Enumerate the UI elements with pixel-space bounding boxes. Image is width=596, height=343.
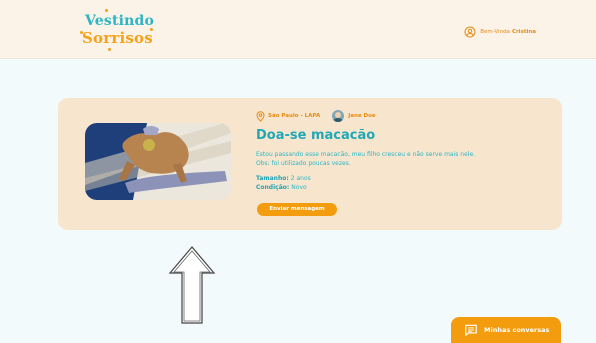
size-value: 2 anos (290, 175, 311, 182)
condition-label: Condição: (256, 184, 290, 191)
avatar (332, 110, 345, 122)
greeting-text: Bem-Vinda (480, 29, 510, 35)
listing-description: Estou passando esse macacão, meu filho c… (256, 151, 476, 167)
donor-name: Jane Doe (348, 113, 376, 119)
up-arrow-icon (168, 246, 216, 324)
location-text: São Paulo - LAPA (268, 113, 321, 119)
donation-photo (85, 123, 231, 200)
logo-star-icon (108, 48, 111, 51)
user-name: Cristina (511, 29, 536, 35)
user-circle-icon (464, 26, 476, 38)
location: São Paulo - LAPA (256, 110, 321, 122)
condition-value: Novo (291, 184, 307, 191)
send-message-button[interactable]: Enviar mensagem (257, 203, 337, 216)
my-conversations-label: Minhas conversas (484, 326, 550, 334)
donor[interactable]: Jane Doe (332, 110, 376, 122)
location-pin-icon (256, 110, 265, 122)
chat-bubble-icon (465, 324, 477, 336)
size-label: Tamanho: (256, 175, 289, 182)
rocking-horse-image (85, 123, 231, 200)
listing-meta: São Paulo - LAPA Jane Doe (256, 110, 376, 122)
listing-title: Doa-se macacão (256, 128, 376, 143)
size-info: Tamanho: 2 anos (256, 175, 311, 182)
logo-star-icon (105, 9, 108, 12)
my-conversations-button[interactable]: Minhas conversas (451, 317, 561, 343)
user-greeting[interactable]: Bem-Vinda Cristina (464, 26, 536, 38)
condition-info: Condição: Novo (256, 184, 307, 191)
brand-logo[interactable]: Vestindo Sorrisos (78, 9, 158, 51)
top-header: Vestindo Sorrisos Bem-Vinda Cristina (0, 0, 596, 58)
logo-line-1: Vestindo (85, 13, 155, 29)
logo-line-2: Sorrisos (82, 29, 153, 47)
donation-card: São Paulo - LAPA Jane Doe Doa-se macacão… (58, 98, 562, 230)
